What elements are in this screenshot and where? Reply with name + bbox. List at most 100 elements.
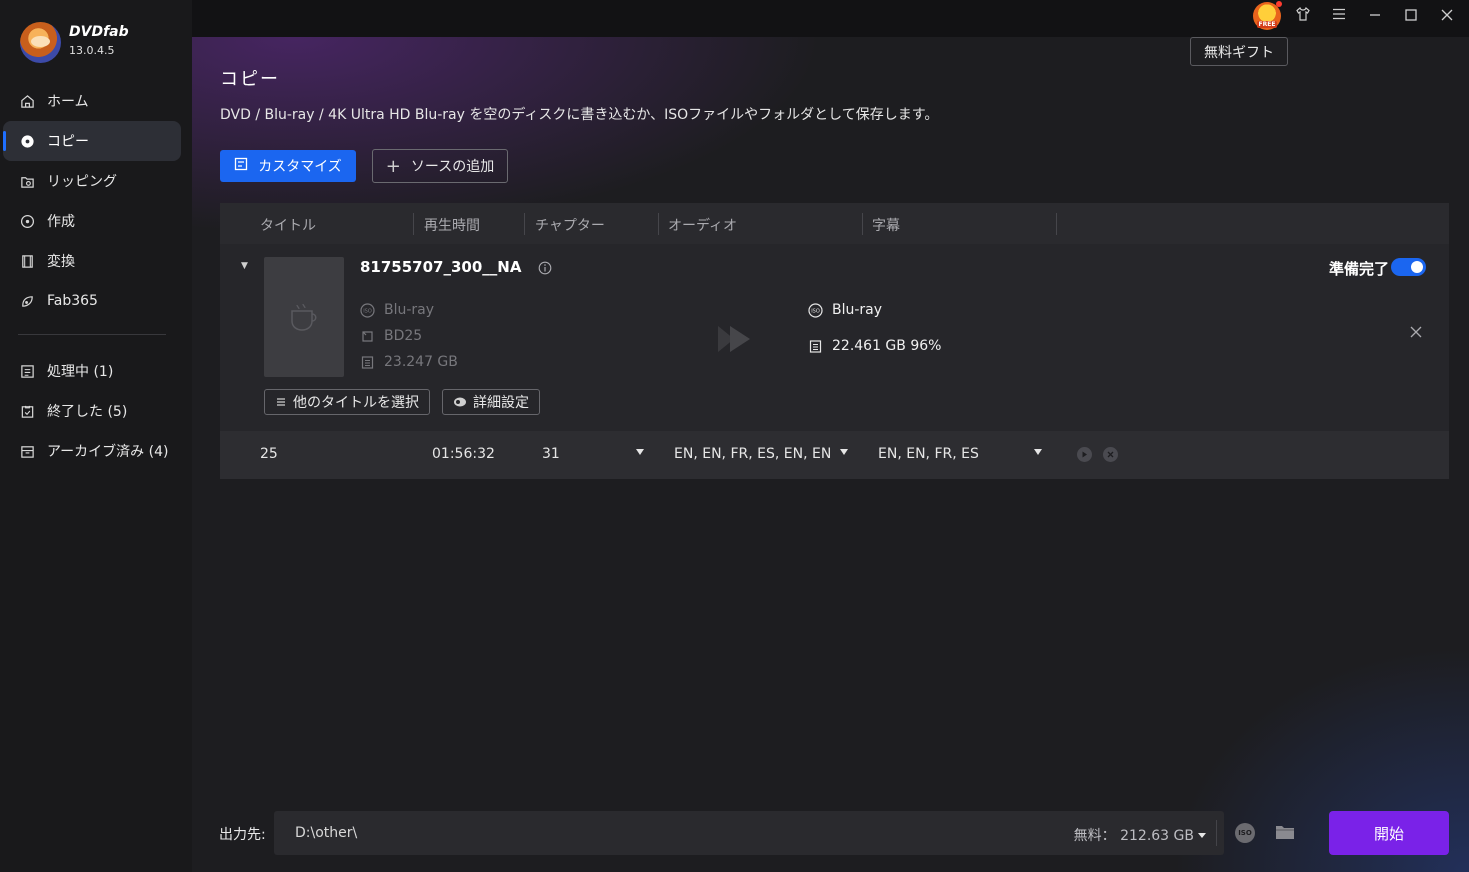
add-source-label: ソースの追加	[410, 159, 495, 175]
rip-icon	[19, 173, 35, 189]
audio-dropdown-icon[interactable]	[840, 449, 848, 455]
browse-folder-button[interactable]	[1275, 823, 1295, 845]
notification-dot	[1276, 1, 1282, 7]
sidebar-item-label: リッピング	[47, 174, 117, 190]
subtitle-select[interactable]: EN, EN, FR, ES	[878, 446, 979, 462]
source-type: ISO Blu-ray	[360, 302, 434, 318]
play-icon	[1082, 451, 1087, 458]
disc-thumbnail	[264, 257, 344, 377]
sidebar-item-label: 作成	[47, 214, 75, 230]
finished-icon	[19, 403, 35, 419]
maximize-icon	[1404, 7, 1418, 26]
sidebar-item-label: コピー	[47, 134, 89, 150]
bottom-divider	[1216, 820, 1217, 846]
sidebar-item-label: 処理中 (1)	[47, 364, 114, 380]
svg-text:ISO: ISO	[811, 308, 820, 314]
archive-icon	[19, 443, 35, 459]
item-title: 81755707_300__NA	[360, 258, 522, 276]
play-preview-button[interactable]	[1077, 447, 1092, 462]
sidebar-item-processing[interactable]: 処理中 (1)	[0, 351, 192, 391]
row-duration: 01:56:32	[432, 446, 495, 462]
subtitle-dropdown-icon[interactable]	[1034, 449, 1042, 455]
header-subtitles: 字幕	[872, 218, 900, 234]
close-icon	[1410, 326, 1422, 338]
menu-icon	[1331, 6, 1347, 26]
gift-tooltip: 無料ギフト	[1190, 37, 1288, 66]
source-item: ▼ 81755707_300__NA ISO Blu-ray BD25 23.2…	[220, 244, 1449, 431]
table-row[interactable]: 25 01:56:32 31 EN, EN, FR, ES, EN, EN EN…	[220, 431, 1449, 479]
create-icon	[19, 213, 35, 229]
home-icon	[19, 93, 35, 109]
clear-subtitle-button[interactable]	[1103, 447, 1118, 462]
gift-icon: FREE	[1253, 1, 1282, 30]
header-duration: 再生時間	[424, 218, 480, 234]
output-size: 22.461 GB 96%	[808, 338, 941, 354]
app-name: DVDfab	[69, 24, 129, 40]
start-button[interactable]: 開始	[1329, 811, 1449, 855]
add-source-button[interactable]: + ソースの追加	[372, 149, 508, 183]
dvdfab-logo	[20, 22, 61, 63]
customize-icon	[234, 157, 248, 175]
sidebar-item-copy[interactable]: コピー	[3, 121, 181, 161]
sidebar-item-label: ホーム	[47, 94, 89, 110]
settings-icon	[453, 396, 467, 408]
skin-button[interactable]	[1285, 0, 1321, 32]
advanced-settings-button[interactable]: 詳細設定	[442, 389, 540, 415]
chevron-down-icon	[1198, 832, 1206, 838]
brand: DVDfab 13.0.4.5	[20, 22, 129, 63]
output-label: 出力先:	[219, 827, 266, 843]
customize-button[interactable]: カスタマイズ	[220, 150, 356, 182]
iso-output-button[interactable]: ISO	[1235, 823, 1255, 843]
output-path: D:\other\	[295, 825, 358, 841]
sidebar-item-archived[interactable]: アーカイブ済み (4)	[0, 431, 192, 471]
sidebar-item-finished[interactable]: 終了した (5)	[0, 391, 192, 431]
sidebar-item-ripping[interactable]: リッピング	[0, 161, 192, 201]
sidebar-item-label: 変換	[47, 254, 75, 270]
minimize-icon	[1368, 7, 1382, 26]
folder-icon	[1276, 826, 1294, 839]
convert-arrow-icon	[716, 324, 756, 358]
minimize-button[interactable]	[1357, 0, 1393, 32]
close-icon	[1440, 7, 1454, 26]
sidebar-item-fab365[interactable]: Fab365	[0, 281, 192, 321]
iso-icon: ISO	[1238, 829, 1252, 837]
chapters-select[interactable]: 31	[542, 446, 560, 462]
free-space-label: 無料： 212.63 GB	[1073, 828, 1194, 844]
sidebar-item-label: 終了した (5)	[47, 404, 128, 420]
task-nav: 処理中 (1) 終了した (5) アーカイブ済み (4)	[0, 351, 192, 471]
sidebar-item-label: Fab365	[47, 293, 98, 309]
shirt-icon	[1295, 6, 1311, 26]
audio-select[interactable]: EN, EN, FR, ES, EN, EN	[674, 446, 831, 462]
processing-icon	[19, 363, 35, 379]
free-space-selector[interactable]: 無料： 212.63 GB	[1074, 825, 1206, 845]
info-icon[interactable]	[538, 260, 552, 279]
sidebar-item-create[interactable]: 作成	[0, 201, 192, 241]
remove-source-button[interactable]	[1409, 324, 1423, 343]
fab365-icon	[19, 293, 35, 309]
chapters-dropdown-icon[interactable]	[636, 449, 644, 455]
menu-button[interactable]	[1321, 0, 1357, 32]
iso-icon: ISO	[808, 302, 823, 318]
title-table: タイトル 再生時間 チャプター オーディオ 字幕 ▼ 81755707_300_…	[220, 203, 1449, 479]
output-type: ISO Blu-ray	[808, 302, 882, 318]
source-size: 23.247 GB	[360, 354, 458, 370]
sidebar-item-home[interactable]: ホーム	[0, 81, 192, 121]
sidebar-item-label: アーカイブ済み (4)	[47, 444, 169, 460]
close-window-button[interactable]	[1429, 0, 1465, 32]
sidebar-item-convert[interactable]: 変換	[0, 241, 192, 281]
select-other-titles-button[interactable]: 他のタイトルを選択	[264, 389, 430, 415]
disc-icon	[19, 133, 35, 149]
page-title: コピー	[220, 69, 280, 90]
free-gift-button[interactable]: FREE	[1249, 0, 1285, 32]
film-icon	[19, 253, 35, 269]
placeholder-cup-icon	[291, 303, 317, 331]
svg-text:ISO: ISO	[363, 308, 372, 314]
source-disc: BD25	[360, 328, 422, 344]
header-title: タイトル	[260, 218, 316, 234]
customize-label: カスタマイズ	[258, 159, 342, 175]
collapse-toggle-icon[interactable]: ▼	[241, 261, 248, 271]
output-path-field[interactable]: D:\other\ 無料： 212.63 GB	[274, 811, 1224, 855]
enable-toggle[interactable]	[1391, 258, 1426, 276]
sidebar-divider	[18, 334, 166, 335]
maximize-button[interactable]	[1393, 0, 1429, 32]
